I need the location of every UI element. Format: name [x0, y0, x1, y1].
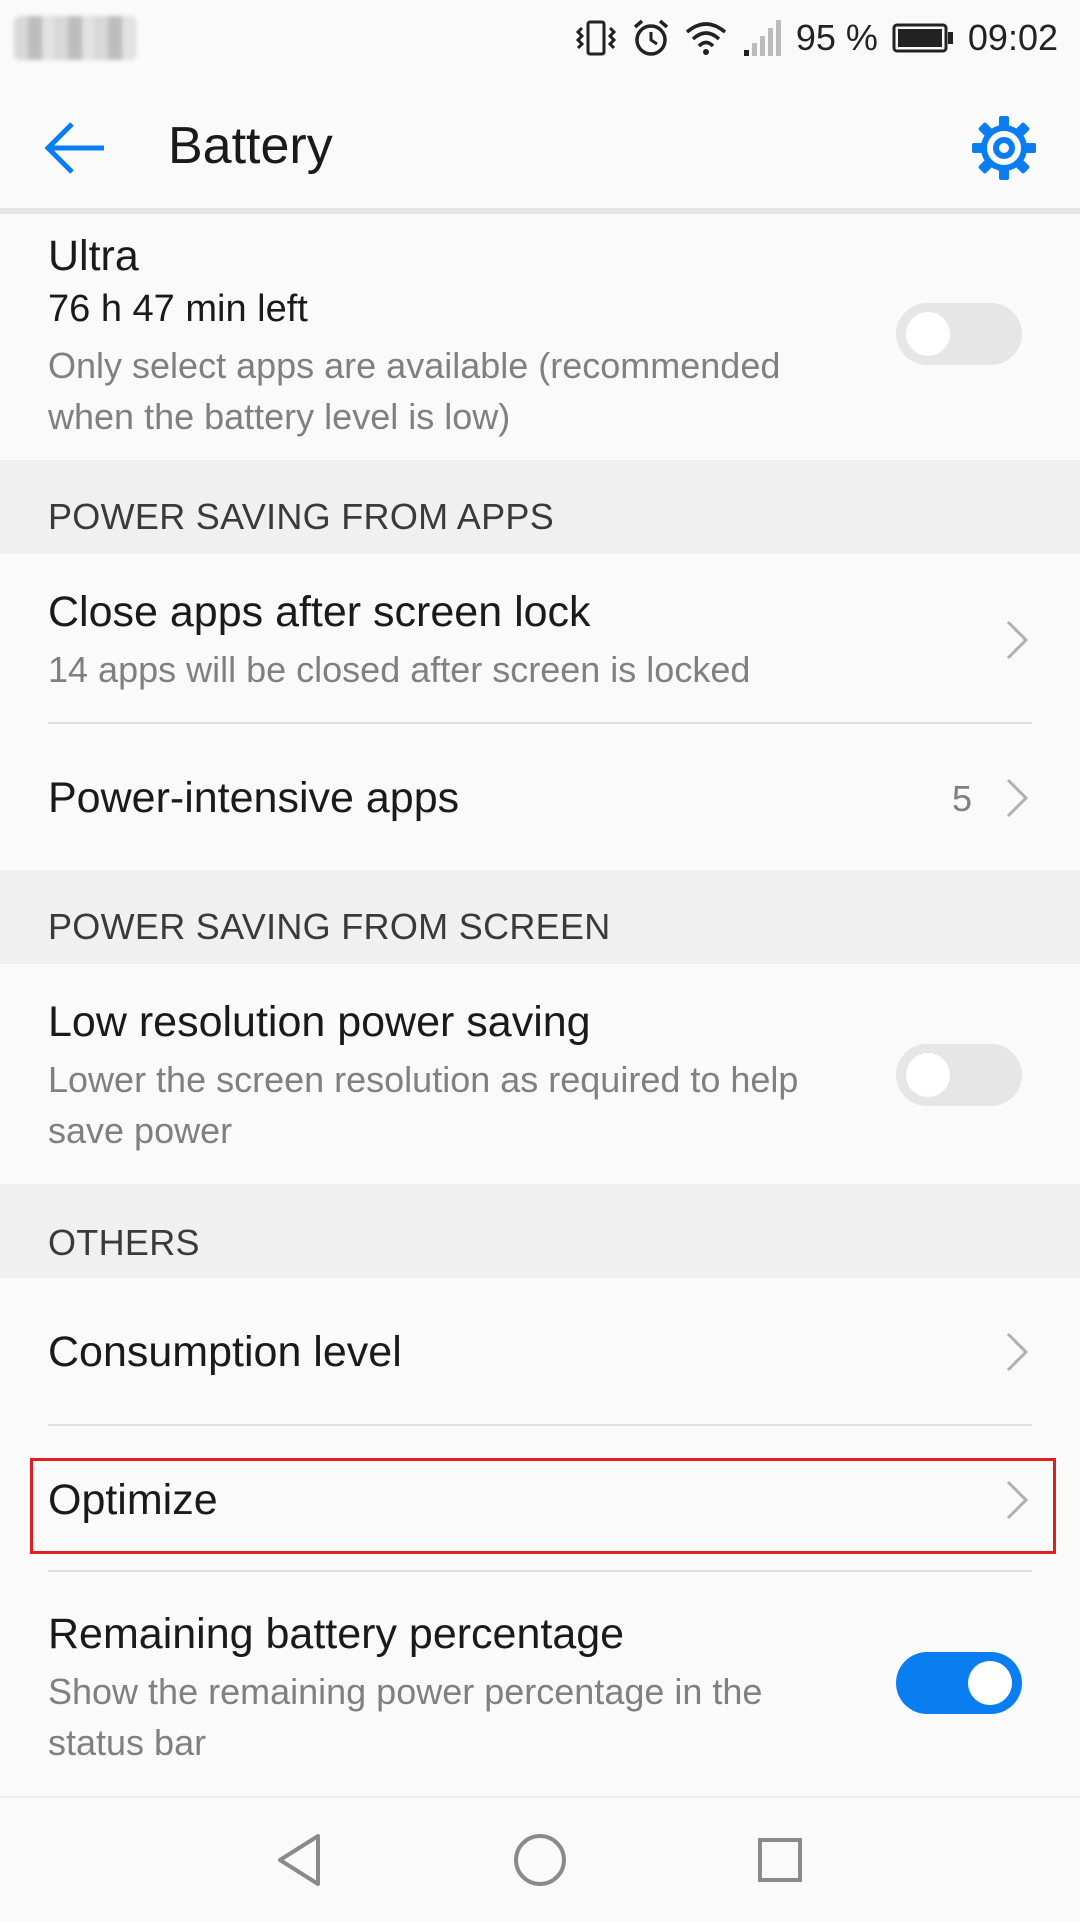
wifi-icon [685, 22, 726, 55]
power-intensive-apps-row[interactable]: Power-intensive apps 5 [0, 724, 1080, 870]
low-resolution-description-line1: Lower the screen resolution as required … [48, 1059, 799, 1100]
alarm-icon [633, 19, 668, 56]
chevron-right-icon [1006, 620, 1029, 660]
section-header-apps: POWER SAVING FROM APPS [0, 460, 1080, 554]
battery-percent: 95 % [795, 17, 878, 58]
ultra-description-line1: Only select apps are available (recommen… [48, 345, 781, 386]
signal-icon [743, 20, 781, 56]
nav-back-button[interactable] [268, 1828, 332, 1892]
arrow-left-icon [44, 122, 104, 174]
status-time: 09:02 [967, 17, 1058, 58]
section-header-screen-label: POWER SAVING FROM SCREEN [48, 906, 611, 947]
low-resolution-title: Low resolution power saving [48, 998, 591, 1046]
close-apps-subtitle: 14 apps will be closed after screen is l… [48, 649, 751, 690]
ultra-time-left: 76 h 47 min left [48, 288, 308, 330]
toggle-knob [906, 1053, 950, 1097]
optimize-row[interactable]: Optimize [0, 1426, 1080, 1570]
chevron-right-icon [1006, 1480, 1029, 1520]
remaining-battery-description-line2: status bar [48, 1722, 207, 1763]
status-bar: 95 % 09:02 [0, 0, 1080, 76]
close-apps-row[interactable]: Close apps after screen lock 14 apps wil… [0, 554, 1080, 724]
remaining-battery-toggle[interactable] [896, 1652, 1022, 1714]
low-resolution-row[interactable]: Low resolution power saving Lower the sc… [0, 964, 1080, 1184]
consumption-level-row[interactable]: Consumption level [0, 1278, 1080, 1424]
ultra-title: Ultra [48, 232, 139, 280]
back-button[interactable] [40, 112, 112, 184]
section-header-apps-label: POWER SAVING FROM APPS [48, 496, 555, 537]
toggle-knob [906, 312, 950, 356]
app-bar: Battery [0, 76, 1080, 208]
ultra-mode-row[interactable]: Ultra 76 h 47 min left Only select apps … [0, 214, 1080, 460]
remaining-battery-title: Remaining battery percentage [48, 1610, 625, 1658]
remaining-battery-description-line1: Show the remaining power percentage in t… [48, 1671, 763, 1712]
nav-back-icon [278, 1834, 320, 1886]
gear-icon [972, 116, 1036, 180]
ultra-toggle[interactable] [896, 303, 1022, 365]
nav-home-icon [514, 1834, 566, 1886]
close-apps-title: Close apps after screen lock [48, 588, 591, 636]
carrier-name-blurred [14, 16, 136, 60]
nav-recents-button[interactable] [748, 1828, 812, 1892]
nav-home-button[interactable] [508, 1828, 572, 1892]
page-title: Battery [168, 117, 333, 175]
power-intensive-title: Power-intensive apps [48, 774, 460, 822]
low-resolution-description-line2: save power [48, 1110, 233, 1151]
nav-recents-icon [758, 1838, 802, 1882]
section-header-others: OTHERS [0, 1184, 1080, 1278]
ultra-description-line2: when the battery level is low) [48, 396, 511, 437]
vibrate-icon [575, 20, 616, 56]
consumption-level-title: Consumption level [48, 1328, 402, 1376]
chevron-right-icon [1006, 1332, 1029, 1372]
navigation-bar [0, 1796, 1080, 1922]
status-icons: 95 % 09:02 [574, 12, 1058, 64]
section-header-screen: POWER SAVING FROM SCREEN [0, 870, 1080, 964]
chevron-right-icon [1006, 778, 1029, 818]
optimize-title: Optimize [48, 1476, 218, 1524]
section-header-others-label: OTHERS [48, 1222, 200, 1263]
toggle-knob [968, 1661, 1012, 1705]
battery-icon [892, 23, 953, 53]
power-intensive-count: 5 [951, 778, 972, 819]
settings-button[interactable] [968, 112, 1040, 184]
remaining-battery-row[interactable]: Remaining battery percentage Show the re… [0, 1572, 1080, 1794]
low-resolution-toggle[interactable] [896, 1044, 1022, 1106]
